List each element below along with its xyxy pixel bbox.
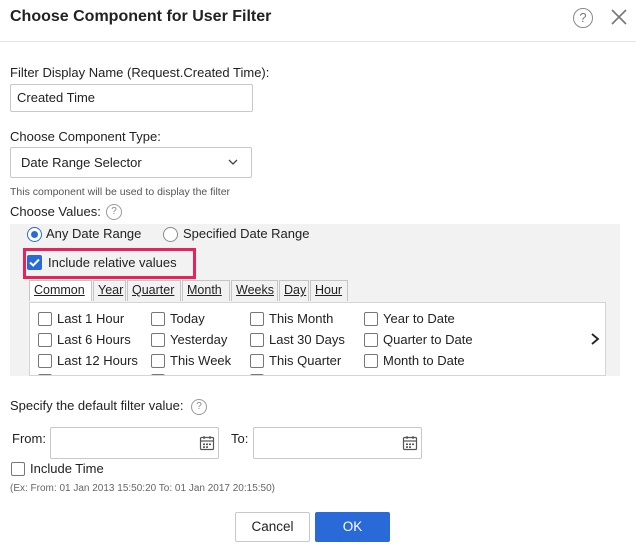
option-checkbox[interactable] bbox=[250, 312, 264, 326]
include-relative-checkbox[interactable] bbox=[27, 255, 42, 270]
to-date-input[interactable] bbox=[253, 427, 422, 459]
component-type-label: Choose Component Type: bbox=[10, 129, 161, 144]
option-checkbox[interactable] bbox=[151, 312, 165, 326]
choose-values-help-icon[interactable]: ? bbox=[106, 204, 122, 220]
radio-specified-date-range-label: Specified Date Range bbox=[183, 226, 310, 241]
option-label: This Quarter bbox=[269, 353, 342, 368]
option-label: Last 6 Hours bbox=[57, 332, 131, 347]
relative-options-grid: Last 1 Hour Today This Month Year to Dat… bbox=[29, 302, 606, 376]
to-label: To: bbox=[231, 431, 249, 446]
scroll-fade bbox=[0, 492, 636, 506]
option-checkbox[interactable] bbox=[151, 354, 165, 368]
display-name-label: Filter Display Name (Request.Created Tim… bbox=[10, 65, 270, 80]
tab-hour[interactable]: Hour bbox=[310, 280, 348, 301]
option-checkbox[interactable] bbox=[151, 333, 165, 347]
option-label: Today bbox=[170, 311, 205, 326]
option-label: This Week bbox=[170, 353, 232, 368]
component-type-hint: This component will be used to display t… bbox=[10, 186, 231, 198]
option-checkbox[interactable] bbox=[364, 333, 378, 347]
choose-values-label: Choose Values: bbox=[10, 204, 101, 219]
radio-specified-date-range[interactable] bbox=[163, 227, 178, 242]
include-time-checkbox[interactable] bbox=[11, 462, 25, 476]
option-checkbox[interactable] bbox=[364, 312, 378, 326]
component-type-value: Date Range Selector bbox=[21, 155, 142, 170]
tab-weeks[interactable]: Weeks bbox=[231, 280, 278, 301]
radio-any-date-range[interactable] bbox=[27, 227, 42, 242]
option-checkbox[interactable] bbox=[250, 354, 264, 368]
option-checkbox[interactable] bbox=[250, 374, 264, 375]
tab-month[interactable]: Month bbox=[182, 280, 230, 301]
component-type-select[interactable]: Date Range Selector bbox=[10, 147, 252, 178]
calendar-icon[interactable] bbox=[402, 435, 418, 451]
from-label: From: bbox=[12, 431, 46, 446]
tab-common[interactable]: Common bbox=[29, 280, 92, 301]
default-value-label: Specify the default filter value: bbox=[10, 398, 184, 413]
calendar-icon[interactable] bbox=[199, 435, 215, 451]
option-label: This Month bbox=[269, 311, 334, 326]
option-label: Year to Date bbox=[383, 311, 455, 326]
ok-button[interactable]: OK bbox=[315, 512, 390, 542]
from-date-input[interactable] bbox=[50, 427, 219, 459]
option-checkbox[interactable] bbox=[38, 312, 52, 326]
option-checkbox[interactable] bbox=[38, 354, 52, 368]
tab-day[interactable]: Day bbox=[279, 280, 309, 301]
tab-quarter[interactable]: Quarter bbox=[127, 280, 181, 301]
option-label: Month to Date bbox=[383, 353, 465, 368]
help-circle-icon[interactable]: ? bbox=[573, 8, 593, 28]
option-label: Yesterday bbox=[170, 332, 228, 347]
dialog-title: Choose Component for User Filter bbox=[10, 8, 272, 25]
option-label: Last 12 Hours bbox=[57, 353, 138, 368]
chevron-down-icon bbox=[228, 159, 238, 165]
dialog-header: Choose Component for User Filter ? bbox=[0, 0, 636, 42]
include-time-label: Include Time bbox=[30, 461, 104, 476]
radio-any-date-range-label: Any Date Range bbox=[46, 226, 142, 241]
option-checkbox[interactable] bbox=[151, 374, 165, 375]
tab-year[interactable]: Year bbox=[93, 280, 126, 301]
option-checkbox[interactable] bbox=[38, 374, 52, 375]
option-checkbox[interactable] bbox=[38, 333, 52, 347]
close-icon[interactable] bbox=[608, 6, 630, 28]
include-relative-label: Include relative values bbox=[48, 255, 177, 270]
display-name-input[interactable]: Created Time bbox=[10, 84, 253, 112]
chevron-right-icon[interactable] bbox=[589, 332, 601, 346]
cancel-button[interactable]: Cancel bbox=[235, 512, 310, 542]
check-icon bbox=[29, 258, 40, 267]
default-value-help-icon[interactable]: ? bbox=[191, 399, 207, 415]
option-checkbox[interactable] bbox=[250, 333, 264, 347]
option-label: Last 30 Days bbox=[269, 332, 345, 347]
option-label: Last 1 Hour bbox=[57, 311, 125, 326]
option-label: Quarter to Date bbox=[383, 332, 473, 347]
option-checkbox[interactable] bbox=[364, 354, 378, 368]
